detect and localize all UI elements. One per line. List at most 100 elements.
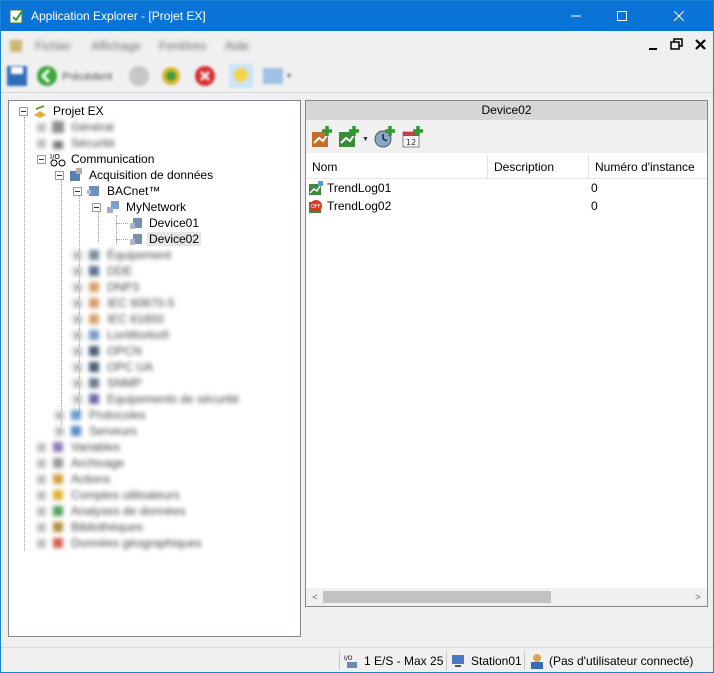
collapse-icon[interactable] — [73, 186, 82, 196]
tree-item-blurred[interactable]: Comptes utilisateurs — [37, 487, 182, 503]
expand-icon[interactable] — [73, 330, 82, 340]
tree-item-securite[interactable]: Sécurité — [37, 135, 117, 151]
tree-label: Sécurité — [71, 136, 116, 150]
expand-icon[interactable] — [73, 362, 82, 372]
tree-item-communication[interactable]: I/O Communication — [37, 151, 156, 167]
expand-icon[interactable] — [73, 298, 82, 308]
expand-icon[interactable] — [37, 458, 46, 468]
tree-item-blurred[interactable]: Analyses de données — [37, 503, 188, 519]
tree-item-blurred[interactable]: DDE — [73, 263, 134, 279]
column-header-description[interactable]: Description — [488, 155, 589, 179]
tree-label: Comptes utilisateurs — [71, 488, 180, 502]
expand-icon[interactable] — [73, 250, 82, 260]
tree-item-blurred[interactable]: Protocoles — [55, 407, 148, 423]
tree-label: IEC 61850 — [107, 312, 164, 326]
horizontal-scrollbar[interactable]: < > — [306, 588, 707, 606]
menu-affichage[interactable]: Affichage — [91, 39, 141, 53]
back-icon[interactable] — [35, 64, 59, 88]
collapse-icon[interactable] — [55, 170, 64, 180]
dde-icon — [89, 266, 99, 276]
tree-item-device01[interactable]: Device01 — [128, 215, 201, 231]
tree-item-blurred[interactable]: Actions — [37, 471, 112, 487]
tree-label: OPCN — [107, 344, 142, 358]
table-row[interactable]: TrendLog01 0 — [306, 179, 707, 197]
tree-item-blurred[interactable]: DNP3 — [73, 279, 141, 295]
expand-icon[interactable] — [55, 410, 64, 420]
collapse-icon[interactable] — [37, 154, 46, 164]
column-header-nom[interactable]: Nom — [306, 155, 488, 179]
tree-item-projet-ex[interactable]: Projet EX — [19, 103, 106, 119]
save-icon[interactable] — [5, 64, 29, 88]
expand-icon[interactable] — [37, 442, 46, 452]
collapse-icon[interactable] — [92, 202, 101, 212]
status-io-text: 1 E/S - Max 25 — [364, 654, 444, 668]
tree-item-blurred[interactable]: Variables — [37, 439, 122, 455]
add-calendar-icon[interactable]: 12 — [401, 125, 425, 149]
tree-item-blurred[interactable]: SNMP — [73, 375, 144, 391]
tree-item-general[interactable]: Général — [37, 119, 116, 135]
maximize-button[interactable] — [599, 1, 645, 31]
back-label[interactable]: Précédent — [62, 71, 112, 83]
column-header-instance[interactable]: Numéro d'instance — [589, 155, 707, 179]
add-trendlog-icon[interactable] — [310, 125, 334, 149]
expand-icon[interactable] — [37, 538, 46, 548]
menu-fichier[interactable]: Fichier — [35, 39, 71, 53]
tree-item-blurred[interactable]: IEC 61850 — [73, 311, 166, 327]
tree-item-blurred[interactable]: LonWorks® — [73, 327, 172, 343]
refresh-icon[interactable] — [159, 64, 183, 88]
tree-item-blurred[interactable]: Données géographiques — [37, 535, 204, 551]
status-bar: I/O 1 E/S - Max 25 Station01 (Pas d'util… — [1, 647, 713, 672]
mdi-close-icon[interactable] — [693, 37, 709, 53]
project-tree[interactable]: Projet EX Général Sécurité I/O Communica… — [8, 100, 301, 637]
tree-item-mynetwork[interactable]: MyNetwork — [92, 199, 188, 215]
collapse-icon[interactable] — [19, 106, 28, 116]
document-icon — [10, 40, 22, 52]
tree-item-blurred[interactable]: IEC 60870-5 — [73, 295, 176, 311]
dropdown-arrow-icon[interactable]: ▼ — [362, 136, 369, 143]
status-station-text: Station01 — [471, 654, 522, 668]
minimize-button[interactable] — [553, 1, 599, 31]
add-schedule-icon[interactable] — [373, 125, 397, 149]
forward-icon[interactable] — [127, 64, 151, 88]
expand-icon[interactable] — [73, 346, 82, 356]
expand-icon[interactable] — [73, 394, 82, 404]
stop-icon[interactable] — [193, 64, 217, 88]
expand-icon[interactable] — [37, 490, 46, 500]
scroll-right-icon[interactable]: > — [692, 591, 704, 603]
expand-icon[interactable] — [55, 426, 64, 436]
title-bar[interactable]: Application Explorer - [Projet EX] — [1, 1, 713, 31]
expand-icon[interactable] — [73, 314, 82, 324]
tree-item-blurred[interactable]: OPC UA — [73, 359, 155, 375]
expand-icon[interactable] — [37, 122, 46, 132]
tree-item-acquisition[interactable]: Acquisition de données — [55, 167, 215, 183]
expand-icon[interactable] — [37, 506, 46, 516]
view-options-icon[interactable] — [261, 64, 293, 88]
app-icon — [9, 9, 24, 24]
lightbulb-icon[interactable] — [229, 64, 253, 88]
expand-icon[interactable] — [73, 378, 82, 388]
scroll-thumb[interactable] — [323, 591, 551, 603]
row-name: TrendLog02 — [327, 199, 392, 213]
mdi-minimize-icon[interactable] — [646, 37, 662, 53]
window-title: Application Explorer - [Projet EX] — [31, 9, 206, 23]
expand-icon[interactable] — [37, 474, 46, 484]
expand-icon[interactable] — [73, 266, 82, 276]
menu-aide[interactable]: Aide — [225, 39, 249, 53]
tree-item-device02[interactable]: Device02 — [128, 231, 202, 247]
expand-icon[interactable] — [73, 282, 82, 292]
menu-fenetres[interactable]: Fenêtres — [159, 39, 206, 53]
add-object-icon[interactable] — [337, 125, 361, 149]
tree-item-blurred[interactable]: Bibliothèques — [37, 519, 145, 535]
table-row[interactable]: OFF TrendLog02 0 — [306, 197, 707, 215]
expand-icon[interactable] — [37, 138, 46, 148]
tree-item-bacnet[interactable]: BACnet™ — [73, 183, 162, 199]
tree-item-blurred[interactable]: Équipement — [73, 247, 173, 263]
tree-item-blurred[interactable]: Serveurs — [55, 423, 139, 439]
tree-item-blurred[interactable]: Equipements de sécurité — [73, 391, 241, 407]
mdi-restore-icon[interactable] — [669, 37, 685, 53]
expand-icon[interactable] — [37, 522, 46, 532]
close-button[interactable] — [645, 1, 713, 31]
scroll-left-icon[interactable]: < — [309, 591, 321, 603]
tree-item-blurred[interactable]: OPCN — [73, 343, 144, 359]
tree-item-blurred[interactable]: Archivage — [37, 455, 126, 471]
